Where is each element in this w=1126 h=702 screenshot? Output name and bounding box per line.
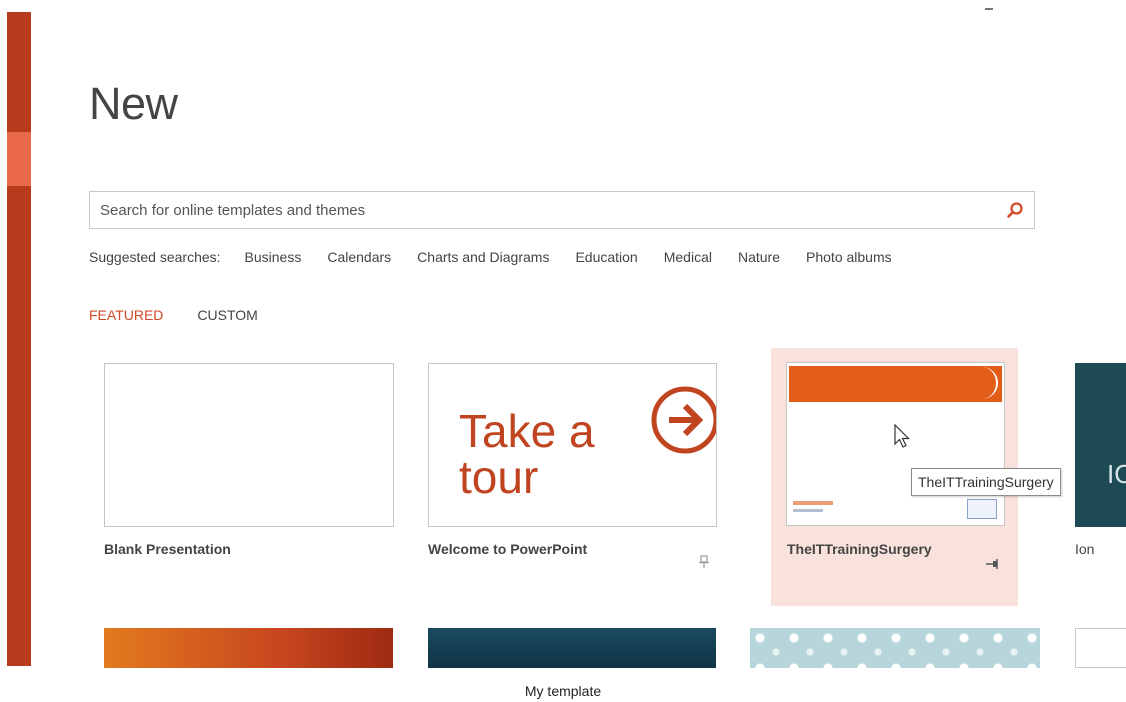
search-icon[interactable] [1006, 201, 1024, 219]
page-title: New [89, 78, 178, 129]
itt-footer-line [793, 501, 833, 505]
template-thumb-row2-3[interactable] [750, 628, 1040, 668]
minimize-icon[interactable] [985, 8, 993, 10]
template-thumb-ion[interactable]: IO [1075, 363, 1126, 527]
template-label-welcome-to-powerpoint[interactable]: Welcome to PowerPoint [428, 541, 587, 557]
ion-thumb-text: IO [1107, 459, 1126, 489]
search-box [89, 191, 1035, 229]
template-label-theittrainingsurgery[interactable]: TheITTrainingSurgery [787, 541, 932, 557]
template-tabs: FEATURED CUSTOM [89, 307, 292, 323]
suggested-search-calendars[interactable]: Calendars [327, 249, 391, 265]
sidebar-item-new[interactable] [7, 132, 31, 186]
suggested-search-medical[interactable]: Medical [664, 249, 712, 265]
suggested-search-nature[interactable]: Nature [738, 249, 780, 265]
itt-footer-line [793, 509, 823, 512]
pinned-icon[interactable] [985, 557, 999, 571]
suggested-search-photo-albums[interactable]: Photo albums [806, 249, 892, 265]
template-thumb-blank-presentation[interactable] [104, 363, 394, 527]
itt-banner [789, 366, 1002, 402]
suggested-searches-label: Suggested searches: [89, 249, 221, 265]
template-thumb-welcome-to-powerpoint[interactable]: Take a tour [428, 363, 717, 527]
template-label-ion[interactable]: Ion [1075, 541, 1094, 557]
suggested-search-charts-and-diagrams[interactable]: Charts and Diagrams [417, 249, 549, 265]
arrow-right-circle-icon [651, 386, 716, 454]
backstage-sidebar [7, 12, 31, 666]
take-a-tour-text: Take a tour [459, 405, 595, 503]
template-tooltip: TheITTrainingSurgery [911, 468, 1061, 496]
template-thumb-row2-2[interactable] [428, 628, 716, 668]
template-thumb-row2-4[interactable] [1075, 628, 1126, 668]
search-input[interactable] [100, 200, 980, 220]
template-thumb-row2-1[interactable] [104, 628, 393, 668]
suggested-search-business[interactable]: Business [245, 249, 302, 265]
mouse-cursor-icon [894, 424, 910, 448]
itt-logo [967, 499, 997, 519]
template-label-blank-presentation[interactable]: Blank Presentation [104, 541, 231, 557]
suggested-search-education[interactable]: Education [575, 249, 637, 265]
caption: My template [524, 683, 602, 699]
tab-featured[interactable]: FEATURED [89, 307, 163, 323]
tab-custom[interactable]: CUSTOM [197, 307, 257, 323]
suggested-searches: Suggested searches: Business Calendars C… [89, 249, 918, 265]
pin-icon[interactable] [697, 555, 711, 569]
